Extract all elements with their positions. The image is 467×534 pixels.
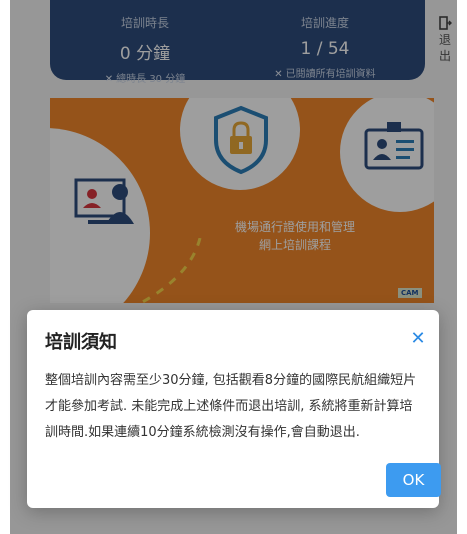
dialog-title: 培訓須知: [45, 332, 117, 353]
training-notice-dialog: 培訓須知 ✕ 整個培訓內容需至少30分鐘, 包括觀看8分鐘的國際民航組織短片才能…: [27, 310, 441, 508]
ok-button[interactable]: OK: [386, 463, 441, 497]
dialog-body-text: 整個培訓內容需至少30分鐘, 包括觀看8分鐘的國際民航組織短片才能參加考試. 未…: [45, 373, 417, 440]
close-icon[interactable]: ✕: [409, 330, 427, 348]
